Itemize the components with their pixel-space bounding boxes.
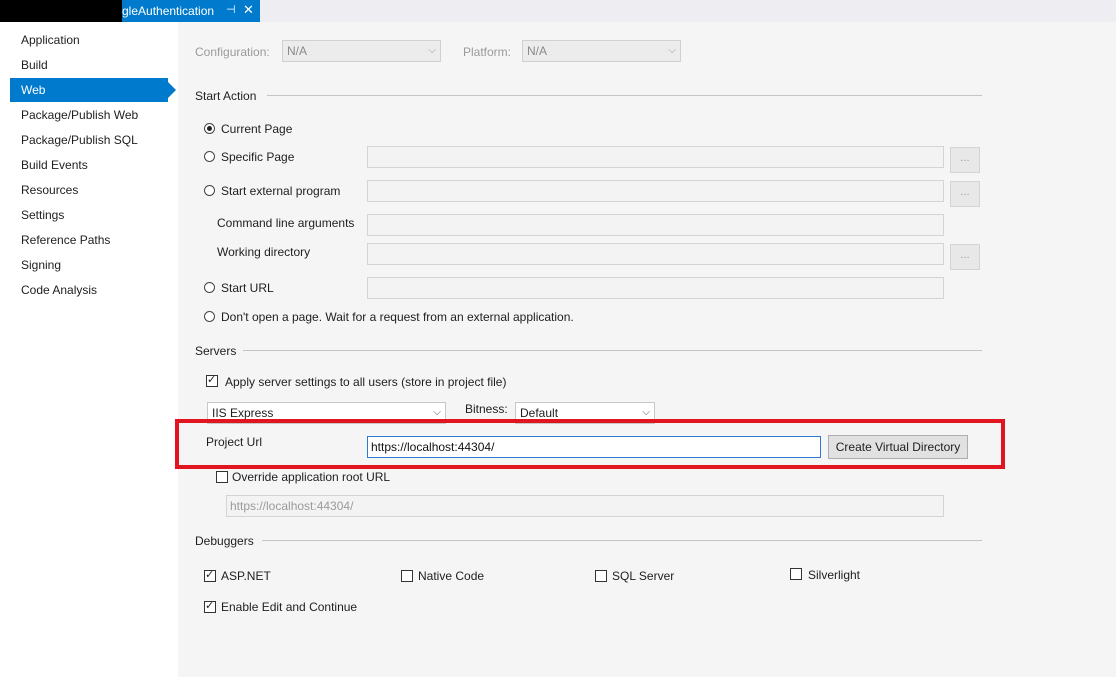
sql-server-label: SQL Server xyxy=(612,569,675,583)
apply-all-users-checkbox[interactable]: ✓ xyxy=(206,374,218,387)
sql-server-checkbox[interactable] xyxy=(595,570,607,582)
specific-page-browse-button: ... xyxy=(950,147,980,173)
nav-item-label: Build xyxy=(21,58,48,72)
nav-item-settings[interactable]: Settings xyxy=(10,203,168,227)
web-properties-panel: Configuration: N/A ⌵ Platform: N/A ⌵ Sta… xyxy=(178,22,1116,677)
external-program-browse-button: ... xyxy=(950,181,980,207)
aspnet-label: ASP.NET xyxy=(221,569,271,583)
specific-page-radio[interactable] xyxy=(204,151,215,162)
current-page-label: Current Page xyxy=(221,122,293,136)
start-url-input xyxy=(367,277,944,299)
silverlight-label: Silverlight xyxy=(808,568,861,582)
platform-value: N/A xyxy=(527,44,548,58)
nav-item-resources[interactable]: Resources xyxy=(10,178,168,202)
nav-item-code-analysis[interactable]: Code Analysis xyxy=(10,278,168,302)
nav-item-signing[interactable]: Signing xyxy=(10,253,168,277)
nav-item-label: Build Events xyxy=(21,158,88,172)
chevron-down-icon: ⌵ xyxy=(668,45,676,56)
aspnet-checkbox[interactable]: ✓ xyxy=(204,569,216,582)
external-program-input xyxy=(367,180,944,202)
nav-item-label: Application xyxy=(21,33,80,47)
checkmark-icon: ✓ xyxy=(205,600,215,612)
redacted-region xyxy=(0,0,122,22)
native-code-label: Native Code xyxy=(418,569,485,583)
edit-and-continue-label: Enable Edit and Continue xyxy=(221,600,358,614)
close-icon[interactable]: ✕ xyxy=(243,2,254,18)
configuration-select: N/A ⌵ xyxy=(282,40,441,62)
nav-item-package-publish-sql[interactable]: Package/Publish SQL xyxy=(10,128,168,152)
platform-label: Platform: xyxy=(463,45,512,59)
current-page-radio[interactable] xyxy=(204,123,215,134)
checkmark-icon: ✓ xyxy=(205,569,215,581)
nav-item-package-publish-web[interactable]: Package/Publish Web xyxy=(10,103,168,127)
command-line-arguments-input xyxy=(367,214,944,236)
property-pages-nav: Application Build Web Package/Publish We… xyxy=(0,22,178,677)
chevron-down-icon: ⌵ xyxy=(428,45,436,56)
nav-item-label: Signing xyxy=(21,258,62,272)
apply-all-users-label: Apply server settings to all users (stor… xyxy=(225,375,507,389)
platform-select: N/A ⌵ xyxy=(522,40,681,62)
override-root-url-label: Override application root URL xyxy=(232,470,391,484)
nav-item-label: Code Analysis xyxy=(21,283,98,297)
start-url-radio[interactable] xyxy=(204,282,215,293)
tab-title: gleAuthentication xyxy=(122,4,215,18)
native-code-checkbox[interactable] xyxy=(401,570,413,582)
working-directory-label: Working directory xyxy=(217,245,311,259)
start-action-heading: Start Action xyxy=(195,89,257,103)
highlight-annotation-box xyxy=(175,419,1005,469)
nav-item-reference-paths[interactable]: Reference Paths xyxy=(10,228,168,252)
silverlight-checkbox[interactable] xyxy=(790,568,802,580)
edit-and-continue-checkbox[interactable]: ✓ xyxy=(204,600,216,613)
selection-arrow-icon xyxy=(168,82,176,98)
specific-page-input xyxy=(367,146,944,168)
command-line-arguments-label: Command line arguments xyxy=(217,216,355,230)
start-external-program-label: Start external program xyxy=(221,184,341,198)
nav-item-application[interactable]: Application xyxy=(10,28,168,52)
nav-item-label: Package/Publish SQL xyxy=(21,133,138,147)
nav-item-label: Reference Paths xyxy=(21,233,111,247)
specific-page-label: Specific Page xyxy=(221,150,295,164)
nav-item-label: Package/Publish Web xyxy=(21,108,139,122)
override-root-url-checkbox[interactable] xyxy=(216,471,228,483)
nav-item-label: Resources xyxy=(21,183,79,197)
configuration-label: Configuration: xyxy=(195,45,270,59)
working-directory-browse-button: ... xyxy=(950,244,980,270)
document-tab[interactable]: gleAuthentication ⊣ ✕ xyxy=(0,0,260,22)
nav-item-build[interactable]: Build xyxy=(10,53,168,77)
debuggers-heading: Debuggers xyxy=(195,534,254,548)
configuration-value: N/A xyxy=(287,44,308,58)
section-divider xyxy=(267,95,982,96)
section-divider xyxy=(262,540,982,541)
server-value: IIS Express xyxy=(212,406,274,420)
start-external-program-radio[interactable] xyxy=(204,185,215,196)
bitness-label: Bitness: xyxy=(465,402,508,416)
dont-open-page-label: Don't open a page. Wait for a request fr… xyxy=(221,310,574,324)
pin-icon[interactable]: ⊣ xyxy=(226,3,236,16)
nav-item-web[interactable]: Web xyxy=(10,78,176,102)
document-tab-strip: gleAuthentication ⊣ ✕ xyxy=(0,0,1116,22)
dont-open-page-radio[interactable] xyxy=(204,311,215,322)
bitness-value: Default xyxy=(520,406,559,420)
override-root-url-input: https://localhost:44304/ xyxy=(226,495,944,517)
nav-item-label: Settings xyxy=(21,208,65,222)
nav-item-build-events[interactable]: Build Events xyxy=(10,153,168,177)
start-url-label: Start URL xyxy=(221,281,274,295)
nav-item-label: Web xyxy=(21,83,46,97)
checkmark-icon: ✓ xyxy=(207,374,217,386)
section-divider xyxy=(243,350,982,351)
working-directory-input xyxy=(367,243,944,265)
servers-heading: Servers xyxy=(195,344,237,358)
